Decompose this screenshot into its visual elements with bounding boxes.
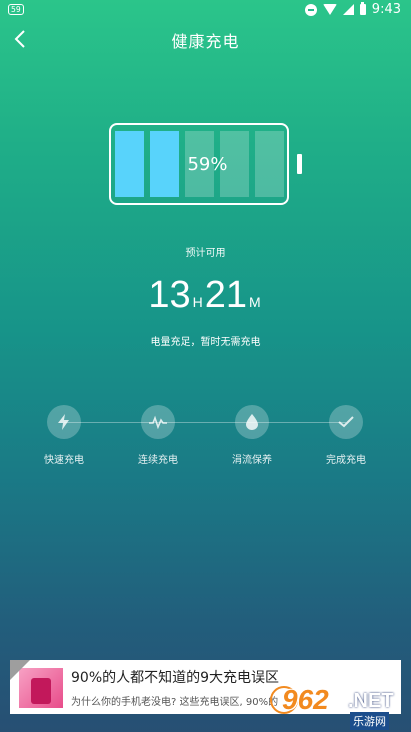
ad-corner-badge bbox=[10, 660, 30, 680]
check-icon bbox=[338, 416, 354, 428]
battery-icon bbox=[359, 2, 366, 15]
remaining-time: 13 H21 M bbox=[0, 274, 411, 317]
stage-label: 连续充电 bbox=[138, 455, 178, 466]
stage-circle bbox=[235, 405, 269, 439]
dnd-icon bbox=[304, 3, 317, 16]
lightning-icon bbox=[58, 414, 69, 430]
stage-trickle-charge: 涓流保养 bbox=[212, 405, 292, 466]
droplet-icon bbox=[246, 414, 258, 430]
notification-badge: 59 bbox=[8, 4, 24, 15]
stage-label: 涓流保养 bbox=[232, 455, 272, 466]
page-title: 健康充电 bbox=[171, 32, 240, 51]
estimate-label: 预计可用 bbox=[185, 248, 226, 259]
charge-status-message: 电量充足，暂时无需充电 bbox=[150, 337, 261, 348]
clock: 9:43 bbox=[371, 2, 401, 17]
site-watermark: 962 .NET 乐游网 bbox=[270, 684, 411, 732]
stage-continuous-charge: 连续充电 bbox=[118, 405, 198, 466]
stage-fast-charge: 快速充电 bbox=[24, 405, 104, 466]
minutes-unit: M bbox=[249, 294, 261, 310]
hours-value: 13 bbox=[148, 274, 191, 316]
minutes-value: 21 bbox=[204, 274, 247, 316]
status-bar: 59 9:43 bbox=[0, 0, 411, 22]
pulse-icon bbox=[149, 415, 167, 429]
signal-icon bbox=[342, 4, 354, 15]
app-header: 健康充电 bbox=[0, 22, 411, 58]
stage-circle bbox=[47, 405, 81, 439]
ad-title: 90%的人都不知道的9大充电误区 bbox=[71, 670, 280, 686]
stage-charge-complete: 完成充电 bbox=[306, 405, 386, 466]
status-icons: 9:43 bbox=[304, 2, 401, 17]
watermark-suffix: .NET bbox=[348, 690, 394, 712]
stage-circle bbox=[329, 405, 363, 439]
stage-circle bbox=[141, 405, 175, 439]
wifi-icon bbox=[322, 4, 337, 15]
watermark-number: 962 bbox=[282, 684, 329, 715]
stage-connector-line bbox=[64, 422, 346, 423]
hours-unit: H bbox=[192, 294, 203, 310]
watermark-sub: 乐游网 bbox=[350, 712, 389, 730]
stage-label: 快速充电 bbox=[44, 455, 84, 466]
product-image bbox=[31, 678, 51, 704]
battery-tip bbox=[297, 154, 302, 174]
battery-percent: 59% bbox=[187, 154, 228, 175]
stage-label: 完成充电 bbox=[326, 455, 366, 466]
